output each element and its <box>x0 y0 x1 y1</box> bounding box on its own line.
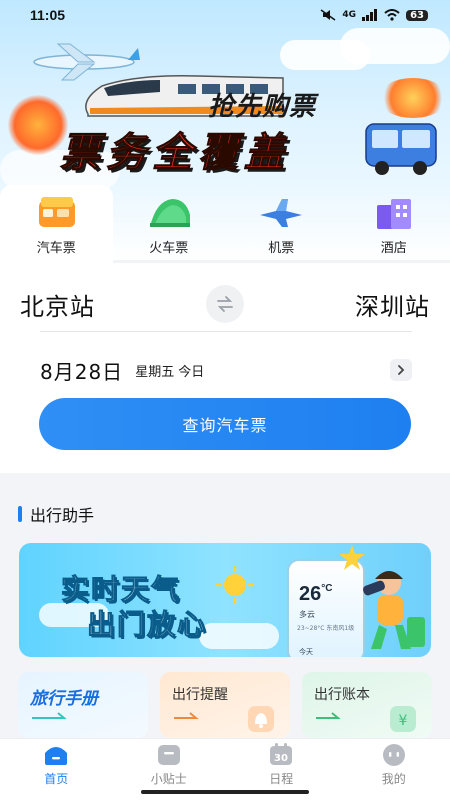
sun-icon <box>215 565 255 605</box>
calendar-icon-number: 30 <box>274 753 288 764</box>
tab-flight-ticket[interactable]: 机票 <box>225 185 338 263</box>
svg-text:¥: ¥ <box>399 713 408 729</box>
cloud-decoration <box>340 28 450 64</box>
chevron-right-icon <box>398 365 405 375</box>
arrow-right-icon <box>32 712 67 719</box>
weather-today: 今天 <box>299 648 313 656</box>
card-title: 出行账本 <box>314 687 370 703</box>
tips-icon <box>157 745 180 765</box>
divider <box>40 331 412 332</box>
assistant-cards: 旅行手册 出行提醒 出行账本 ¥ <box>18 672 432 738</box>
signal-icon <box>362 9 378 21</box>
nav-label: 小贴士 <box>150 772 187 786</box>
tab-train-ticket[interactable]: 火车票 <box>113 185 226 263</box>
query-bus-ticket-button[interactable]: 查询汽车票 <box>39 398 411 450</box>
arrow-right-icon <box>316 712 341 719</box>
weekday-label: 星期五 <box>135 364 175 380</box>
temperature-unit: °C <box>321 583 333 594</box>
weather-banner-line1: 实时天气 <box>60 573 182 607</box>
wifi-icon <box>384 9 400 21</box>
home-indicator[interactable] <box>141 790 309 794</box>
status-bar: 11:05 4G 63 <box>0 0 450 30</box>
swap-icon <box>217 296 233 312</box>
bus-illustration <box>365 123 437 175</box>
section-title: 出行助手 <box>18 502 94 526</box>
traveler-illustration <box>363 571 425 649</box>
status-time: 11:05 <box>30 7 66 23</box>
tab-hotel[interactable]: 酒店 <box>338 185 450 263</box>
weather-condition: 多云 <box>299 610 315 619</box>
section-title-text: 出行助手 <box>30 506 95 525</box>
travel-handbook-card[interactable]: 旅行手册 <box>18 672 148 738</box>
weather-temperature: 26°C <box>299 583 332 606</box>
departure-date: 8月28日 <box>40 359 124 384</box>
hotel-icon <box>376 199 411 229</box>
bus-ticket-icon <box>39 197 76 227</box>
card-title: 旅行手册 <box>30 689 98 709</box>
flame-decoration <box>8 95 68 155</box>
status-icons: 4G 63 <box>320 9 428 21</box>
battery-indicator: 63 <box>406 9 428 21</box>
yuan-icon: ¥ <box>390 706 416 732</box>
mute-icon <box>320 9 336 21</box>
travel-ledger-card[interactable]: 出行账本 ¥ <box>302 672 432 738</box>
tab-label: 火车票 <box>149 241 189 256</box>
weather-banner-line2: 出门放心 <box>86 608 208 642</box>
travel-reminder-card[interactable]: 出行提醒 <box>160 672 290 738</box>
nav-label: 首页 <box>44 772 69 786</box>
weather-banner[interactable]: 实时天气 出门放心 26°C 多云 23~28°C 东南风1级 今天 <box>19 543 431 657</box>
nav-label: 日程 <box>269 772 294 786</box>
nav-profile[interactable]: 我的 <box>338 739 450 800</box>
today-label: 今日 <box>178 364 205 380</box>
flame-decoration <box>378 78 448 118</box>
tab-label: 机票 <box>268 241 295 256</box>
train-icon <box>149 199 190 227</box>
date-arrow-button[interactable] <box>390 359 412 381</box>
hero-subtitle: 抢先购票 <box>208 92 317 122</box>
station-row: 北京站 深圳站 <box>20 279 430 329</box>
weather-details: 23~28°C 东南风1级 <box>297 625 355 632</box>
bell-icon <box>248 706 274 732</box>
arrow-right-icon <box>174 712 199 719</box>
card-title: 出行提醒 <box>172 687 228 703</box>
category-tabs: 汽车票 火车票 机票 酒店 <box>0 185 450 263</box>
tab-label: 汽车票 <box>36 241 76 256</box>
network-type: 4G <box>342 10 357 20</box>
plane-icon <box>260 199 303 227</box>
date-selector[interactable]: 8月28日 星期五 今日 <box>40 352 412 388</box>
profile-icon <box>382 744 405 766</box>
tab-label: 酒店 <box>380 241 407 256</box>
hero-title: 票务全覆盖 <box>60 130 290 177</box>
tab-bus-ticket[interactable]: 汽车票 <box>0 185 113 263</box>
from-station[interactable]: 北京站 <box>20 287 95 322</box>
cloud-decoration <box>199 623 279 649</box>
home-icon <box>45 747 68 765</box>
section-accent-bar <box>18 506 22 522</box>
nav-home[interactable]: 首页 <box>0 739 113 800</box>
swap-stations-button[interactable] <box>206 285 244 323</box>
nav-label: 我的 <box>381 772 406 786</box>
to-station[interactable]: 深圳站 <box>355 287 430 322</box>
calendar-icon: 30 <box>270 743 293 765</box>
temperature-value: 26 <box>299 583 322 605</box>
